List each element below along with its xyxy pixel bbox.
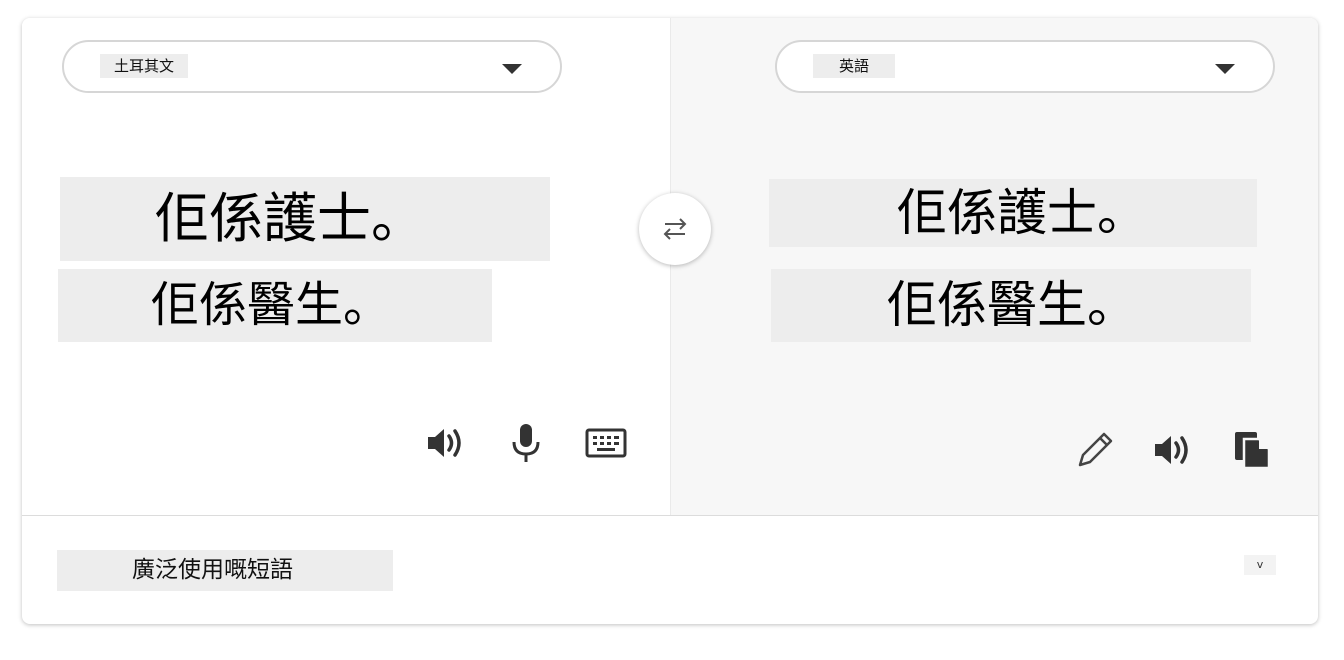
- copy-icon[interactable]: [1231, 428, 1275, 472]
- source-language-select[interactable]: 土耳其文: [62, 40, 562, 93]
- source-text-line-2[interactable]: 佢係醫生。: [58, 269, 492, 342]
- source-language-label: 土耳其文: [100, 54, 189, 78]
- target-language-select[interactable]: 英語: [775, 40, 1275, 93]
- common-phrases-link[interactable]: 廣泛使用嘅短語: [57, 550, 393, 591]
- speaker-icon[interactable]: [1151, 428, 1195, 472]
- source-pane: 土耳其文 佢係護士。 佢係醫生。: [22, 18, 670, 515]
- pencil-icon[interactable]: [1073, 428, 1117, 472]
- caret-down-icon: [502, 64, 522, 74]
- microphone-icon[interactable]: [504, 421, 548, 465]
- expand-toggle[interactable]: v: [1244, 555, 1276, 575]
- caret-down-icon: [1215, 64, 1235, 74]
- target-pane: 英語 佢係護士。 佢係醫生。: [670, 18, 1318, 515]
- translator-card: 土耳其文 佢係護士。 佢係醫生。 英語 佢係護士。 佢係醫生。 廣泛使用嘅短語 …: [22, 18, 1318, 624]
- swap-arrows-icon: [663, 218, 687, 240]
- footer-divider: [22, 515, 1318, 516]
- target-text-line-2: 佢係醫生。: [771, 269, 1251, 342]
- source-text-line-1[interactable]: 佢係護士。: [60, 177, 550, 261]
- speaker-icon[interactable]: [424, 421, 468, 465]
- target-text-line-1: 佢係護士。: [769, 179, 1257, 247]
- target-language-label: 英語: [813, 54, 896, 78]
- swap-languages-button[interactable]: [639, 193, 711, 265]
- keyboard-icon[interactable]: [584, 421, 628, 465]
